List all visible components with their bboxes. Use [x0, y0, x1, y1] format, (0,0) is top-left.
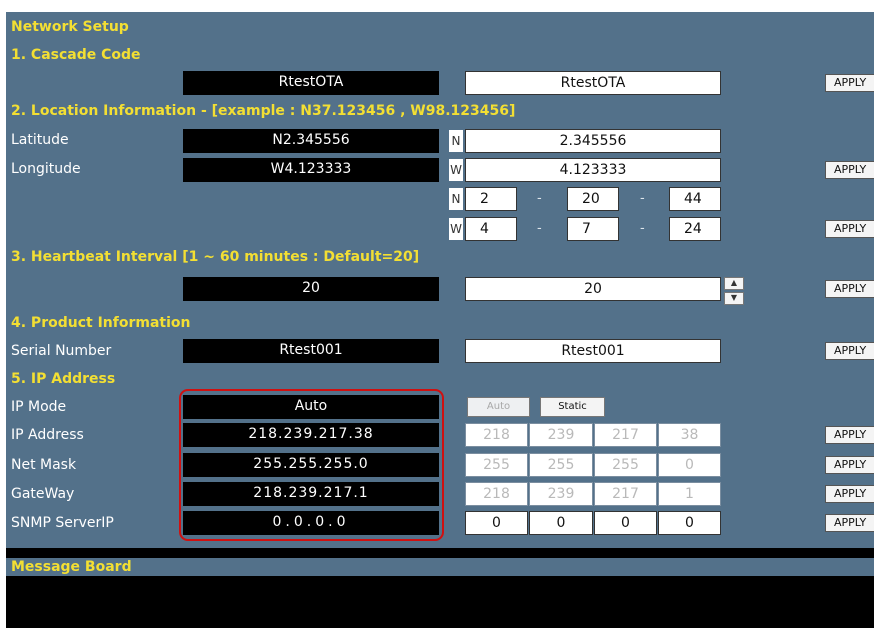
net-mask-label: Net Mask [11, 457, 77, 473]
longitude-dir-label: W [449, 159, 463, 181]
dms-lon-seconds-input[interactable] [669, 217, 721, 241]
longitude-label: Longitude [11, 161, 81, 177]
section-header-ip: 5. IP Address [11, 371, 116, 387]
netmask-octet-4-input[interactable] [658, 453, 721, 477]
spin-up-icon[interactable]: ▲ [724, 277, 744, 290]
ip-octet-4-input[interactable] [658, 423, 721, 447]
snmp-octet-3-input[interactable] [594, 511, 657, 535]
latitude-current-value: N2.345556 [183, 129, 439, 153]
serial-current-value: Rtest001 [183, 339, 439, 363]
ip-octet-1-input[interactable] [465, 423, 528, 447]
dms-separator: - [537, 191, 542, 206]
netmask-octet-3-input[interactable] [594, 453, 657, 477]
dms-separator: - [640, 191, 645, 206]
snmp-octet-1-input[interactable] [465, 511, 528, 535]
dms-separator: - [537, 221, 542, 236]
cascade-code-input[interactable] [465, 71, 721, 95]
netmask-octet-2-input[interactable] [529, 453, 593, 477]
section-header-heartbeat: 3. Heartbeat Interval [1 ~ 60 minutes : … [11, 249, 420, 265]
dms-lon-dir-label: W [449, 218, 463, 240]
longitude-input[interactable] [465, 158, 721, 182]
heartbeat-interval-input[interactable] [465, 277, 721, 301]
snmp-octet-2-input[interactable] [529, 511, 593, 535]
latitude-input[interactable] [465, 129, 721, 153]
highlight-box [179, 389, 444, 541]
apply-button-heartbeat[interactable]: APPLY [825, 280, 874, 298]
ip-mode-label: IP Mode [11, 399, 67, 415]
dms-lat-seconds-input[interactable] [669, 187, 721, 211]
netmask-octet-1-input[interactable] [465, 453, 528, 477]
dms-lat-dir-label: N [449, 188, 463, 210]
ip-octet-2-input[interactable] [529, 423, 593, 447]
apply-button-net-mask[interactable]: APPLY [825, 456, 874, 474]
apply-button-serial[interactable]: APPLY [825, 342, 874, 360]
latitude-label: Latitude [11, 132, 69, 148]
spin-down-icon[interactable]: ▼ [724, 292, 744, 305]
message-board-header-bar [6, 558, 874, 576]
serial-number-input[interactable] [465, 339, 721, 363]
gateway-octet-4-input[interactable] [658, 482, 721, 506]
dms-lon-minutes-input[interactable] [567, 217, 619, 241]
cascade-current-value: RtestOTA [183, 71, 439, 95]
longitude-current-value: W4.123333 [183, 158, 439, 182]
ip-address-label: IP Address [11, 427, 84, 443]
section-header-location: 2. Location Information - [example : N37… [11, 103, 516, 119]
message-board-title: Message Board [11, 559, 132, 575]
apply-button-location-decimal[interactable]: APPLY [825, 161, 874, 179]
section-header-cascade: 1. Cascade Code [11, 47, 141, 63]
auto-mode-button[interactable]: Auto [467, 397, 530, 417]
gateway-label: GateWay [11, 486, 75, 502]
gateway-octet-1-input[interactable] [465, 482, 528, 506]
latitude-dir-label: N [449, 130, 463, 152]
apply-button-snmp[interactable]: APPLY [825, 514, 874, 532]
apply-button-cascade[interactable]: APPLY [825, 74, 874, 92]
dms-lat-degrees-input[interactable] [465, 187, 517, 211]
dms-lat-minutes-input[interactable] [567, 187, 619, 211]
page-title: Network Setup [11, 19, 129, 35]
snmp-server-ip-label: SNMP ServerIP [11, 515, 114, 531]
dms-separator: - [640, 221, 645, 236]
ip-octet-3-input[interactable] [594, 423, 657, 447]
serial-number-label: Serial Number [11, 343, 112, 359]
snmp-octet-4-input[interactable] [658, 511, 721, 535]
gateway-octet-2-input[interactable] [529, 482, 593, 506]
gateway-octet-3-input[interactable] [594, 482, 657, 506]
section-header-product: 4. Product Information [11, 315, 191, 331]
apply-button-gateway[interactable]: APPLY [825, 485, 874, 503]
apply-button-ip-address[interactable]: APPLY [825, 426, 874, 444]
dms-lon-degrees-input[interactable] [465, 217, 517, 241]
apply-button-location-dms[interactable]: APPLY [825, 220, 874, 238]
heartbeat-current-value: 20 [183, 277, 439, 301]
static-mode-button[interactable]: Static [540, 397, 605, 417]
